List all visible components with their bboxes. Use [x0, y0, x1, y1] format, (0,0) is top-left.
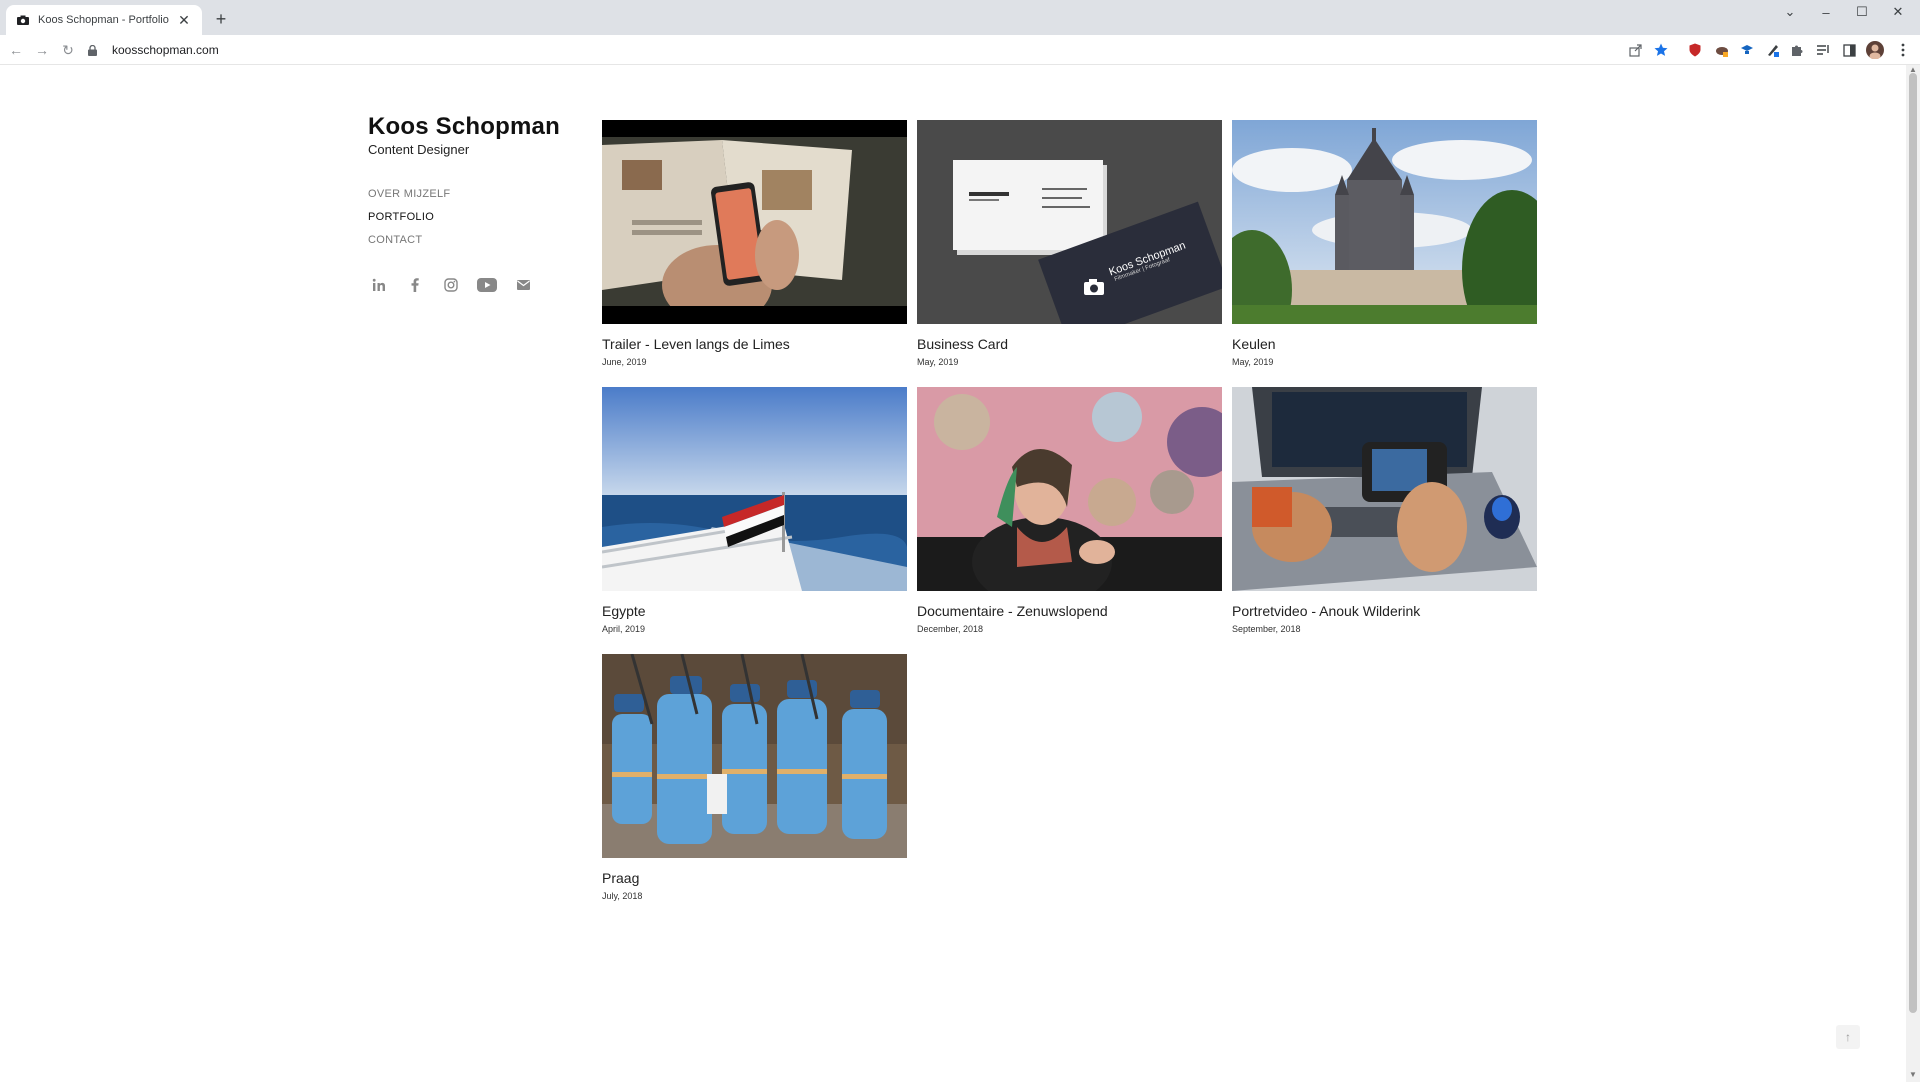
youtube-icon[interactable]	[476, 274, 498, 296]
card-date: December, 2018	[917, 624, 984, 634]
share-icon[interactable]	[1626, 41, 1644, 59]
menu-item-over-mijzelf[interactable]: OVER MIJZELF	[368, 183, 568, 206]
linkedin-icon[interactable]	[368, 274, 390, 296]
site-name[interactable]: Koos Schopman	[368, 113, 568, 141]
forward-icon[interactable]: →	[32, 40, 52, 60]
facebook-icon[interactable]	[404, 274, 426, 296]
side-panel-icon[interactable]	[1840, 41, 1858, 59]
reload-icon[interactable]: ↻	[58, 40, 78, 60]
portfolio-grid: Trailer - Leven langs de Limes June, 201…	[602, 120, 1537, 901]
minimize-button[interactable]: –	[1812, 0, 1840, 24]
thumbnail-praag-image[interactable]	[602, 654, 907, 858]
portfolio-item-portretvideo[interactable]: Portretvideo - Anouk Wilderink September…	[1232, 387, 1537, 634]
card-date: May, 2019	[917, 357, 959, 367]
card-date: May, 2019	[1232, 357, 1274, 367]
portfolio-item-business-card[interactable]: Koos Schopman Filmmaker | Fotograaf Busi…	[917, 120, 1222, 367]
card-title[interactable]: Documentaire - Zenuwslopend	[917, 603, 1222, 619]
card-date: April, 2019	[602, 624, 646, 634]
browser-tab[interactable]: Koos Schopman - Portfolio ✕	[6, 5, 202, 35]
card-title[interactable]: Business Card	[917, 336, 1222, 352]
graduation-extension-icon[interactable]	[1738, 41, 1756, 59]
card-date: June, 2019	[602, 357, 647, 367]
site-role: Content Designer	[368, 142, 470, 157]
web-page: Koos Schopman Content Designer OVER MIJZ…	[0, 65, 1906, 1082]
menu-item-contact[interactable]: CONTACT	[368, 229, 568, 252]
portfolio-item-praag[interactable]: Praag July, 2018	[602, 654, 907, 901]
address-bar[interactable]: koosschopman.com	[88, 38, 1668, 62]
thumbnail-portretvideo-image[interactable]	[1232, 387, 1537, 591]
card-date: July, 2018	[602, 891, 643, 901]
lock-icon	[88, 44, 102, 56]
arrow-up-icon: ↑	[1845, 1030, 1851, 1044]
thumbnail-documentaire-image[interactable]	[917, 387, 1222, 591]
close-window-button[interactable]: ✕	[1884, 0, 1912, 24]
card-title[interactable]: Trailer - Leven langs de Limes	[602, 336, 907, 352]
main-menu: OVER MIJZELF PORTFOLIO CONTACT	[368, 183, 568, 252]
card-date: September, 2018	[1232, 624, 1301, 634]
sidebar: Koos Schopman Content Designer OVER MIJZ…	[368, 113, 568, 296]
scrollbar-thumb[interactable]	[1909, 73, 1917, 1013]
portfolio-item-keulen[interactable]: Keulen May, 2019	[1232, 120, 1537, 367]
puzzle-extensions-icon[interactable]	[1788, 41, 1806, 59]
card-title[interactable]: Egypte	[602, 603, 907, 619]
portfolio-item-egypte[interactable]: Egypte April, 2019	[602, 387, 907, 634]
scroll-to-top-button[interactable]: ↑	[1836, 1025, 1860, 1049]
back-icon[interactable]: ←	[6, 40, 26, 60]
pen-extension-icon[interactable]	[1764, 41, 1782, 59]
page-scrollbar[interactable]: ▲ ▼	[1906, 65, 1920, 1082]
thumbnail-keulen-image[interactable]	[1232, 120, 1537, 324]
camera-logo-icon	[1083, 278, 1105, 301]
thumbnail-trailer-image[interactable]	[602, 120, 907, 324]
card-title[interactable]: Praag	[602, 870, 907, 886]
shield-extension-icon[interactable]	[1686, 41, 1704, 59]
chrome-menu-icon[interactable]	[1894, 41, 1912, 59]
portfolio-item-trailer[interactable]: Trailer - Leven langs de Limes June, 201…	[602, 120, 907, 367]
card-title[interactable]: Portretvideo - Anouk Wilderink	[1232, 603, 1537, 619]
url-text: koosschopman.com	[112, 43, 219, 57]
portfolio-item-documentaire[interactable]: Documentaire - Zenuwslopend December, 20…	[917, 387, 1222, 634]
reading-list-icon[interactable]	[1814, 41, 1832, 59]
browser-tabstrip: Koos Schopman - Portfolio ✕ + ⌄ – ☐ ✕	[0, 0, 1920, 35]
thumbnail-business-card-image[interactable]: Koos Schopman Filmmaker | Fotograaf	[917, 120, 1222, 324]
bookmark-star-icon[interactable]	[1652, 41, 1670, 59]
maximize-button[interactable]: ☐	[1848, 0, 1876, 24]
mail-icon[interactable]	[512, 274, 534, 296]
menu-item-portfolio[interactable]: PORTFOLIO	[368, 206, 568, 229]
bird-extension-icon[interactable]	[1713, 41, 1731, 59]
profile-avatar-icon[interactable]	[1866, 41, 1884, 59]
thumbnail-egypte-image[interactable]	[602, 387, 907, 591]
scroll-down-arrow-icon[interactable]: ▼	[1908, 1070, 1918, 1080]
browser-toolbar: ← → ↻ koosschopman.com	[0, 35, 1920, 65]
tab-title: Koos Schopman - Portfolio	[38, 14, 169, 26]
tab-search-icon[interactable]: ⌄	[1776, 0, 1804, 24]
card-title[interactable]: Keulen	[1232, 336, 1537, 352]
social-links	[368, 274, 568, 296]
new-tab-button[interactable]: +	[210, 8, 232, 30]
instagram-icon[interactable]	[440, 274, 462, 296]
camera-favicon-icon	[16, 13, 30, 27]
close-tab-icon[interactable]: ✕	[176, 12, 192, 29]
